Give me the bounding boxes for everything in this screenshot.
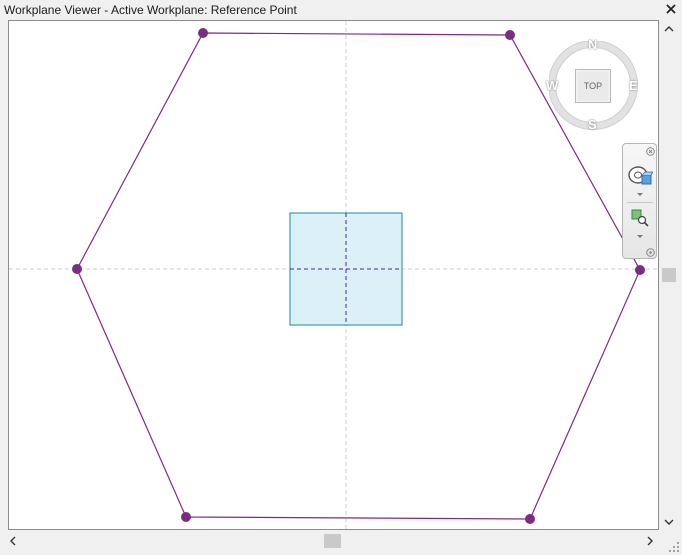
vertex-point[interactable] (72, 264, 82, 274)
title-bar: Workplane Viewer - Active Workplane: Ref… (0, 0, 682, 20)
close-icon[interactable] (646, 147, 655, 156)
close-icon[interactable] (664, 2, 678, 16)
zoom-icon[interactable] (630, 208, 650, 228)
vertex-point[interactable] (505, 30, 515, 40)
horizontal-scrollbar[interactable] (0, 532, 660, 550)
chevron-down-icon[interactable] (662, 515, 676, 529)
chevron-left-icon[interactable] (6, 534, 20, 548)
chevron-down-icon[interactable] (636, 192, 644, 198)
compass-north[interactable]: N (588, 37, 597, 52)
compass-east[interactable]: E (629, 78, 638, 93)
navigation-bar-divider (627, 202, 653, 203)
window-title: Workplane Viewer - Active Workplane: Ref… (4, 3, 297, 17)
vertex-point[interactable] (181, 512, 191, 522)
steering-wheel-icon[interactable] (627, 164, 653, 188)
compass-south[interactable]: S (588, 117, 597, 132)
vertex-point[interactable] (525, 514, 535, 524)
vertex-point[interactable] (635, 265, 645, 275)
viewcube-top-face[interactable]: TOP (575, 69, 611, 103)
vertical-scrollbar[interactable] (659, 20, 680, 530)
vertical-scroll-thumb[interactable] (662, 268, 676, 282)
navigation-bar (622, 143, 657, 259)
viewcube[interactable]: N S E W TOP (546, 37, 639, 132)
chevron-up-icon[interactable] (662, 22, 676, 36)
vertex-point[interactable] (198, 28, 208, 38)
compass-west[interactable]: W (546, 78, 558, 93)
chevron-down-icon[interactable] (636, 234, 644, 240)
chevron-right-icon[interactable] (643, 534, 657, 548)
resize-grip-icon[interactable] (668, 541, 680, 553)
horizontal-scroll-thumb[interactable] (324, 534, 341, 548)
settings-icon[interactable] (646, 248, 655, 257)
